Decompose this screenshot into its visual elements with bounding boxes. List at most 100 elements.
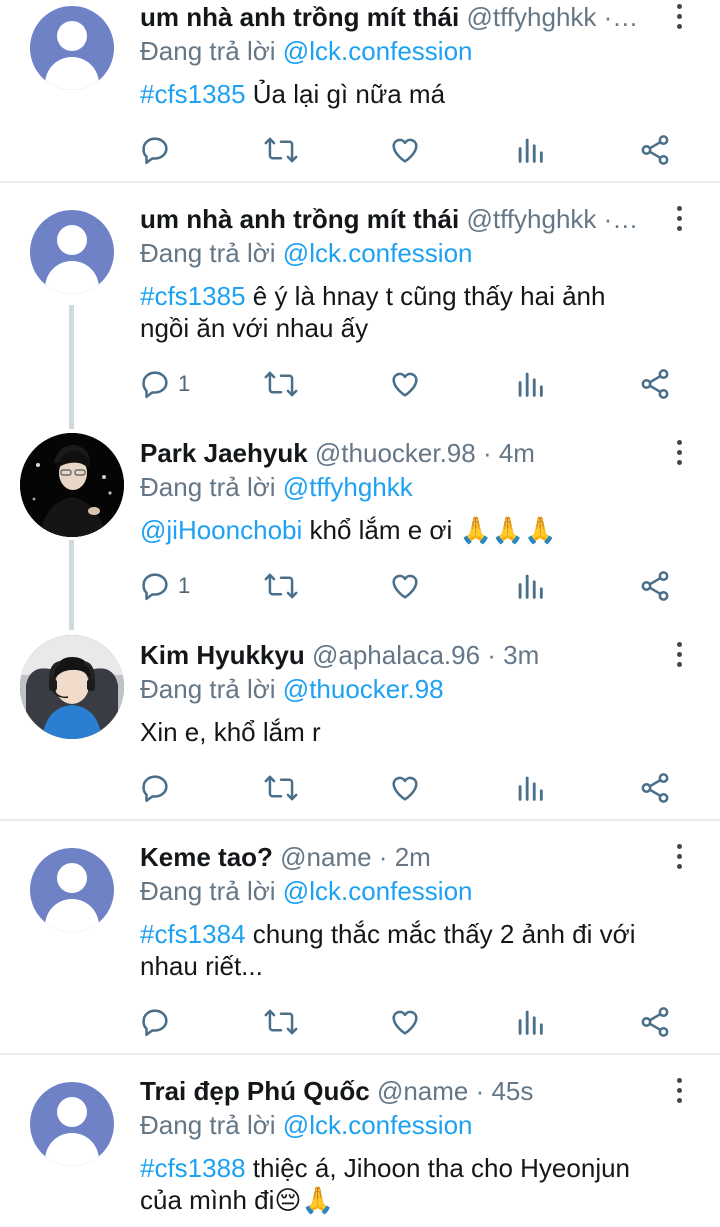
- mention[interactable]: @jiHoonchobi: [140, 515, 302, 545]
- replying-to-label: Đang trả lời: [140, 36, 276, 66]
- action-bar: [0, 768, 720, 808]
- display-name[interactable]: Kim Hyukkyu: [140, 640, 305, 670]
- default-avatar[interactable]: [30, 1082, 114, 1166]
- tweet-0[interactable]: um nhà anh trồng mít thái @tffyhghkk ·… …: [0, 0, 720, 183]
- share-button[interactable]: [638, 364, 672, 404]
- retweet-button[interactable]: [263, 364, 299, 404]
- replying-to-mention[interactable]: @tffyhghkk: [283, 472, 413, 502]
- analytics-button[interactable]: [513, 130, 547, 170]
- like-button[interactable]: [388, 364, 422, 404]
- tweet-4[interactable]: Keme tao? @name · 2m Đang trả lời @lck.c…: [0, 840, 720, 1052]
- like-button[interactable]: [388, 130, 422, 170]
- share-button[interactable]: [638, 768, 672, 808]
- analytics-icon: [513, 133, 547, 167]
- replying-to-mention[interactable]: @lck.confession: [283, 238, 473, 268]
- action-bar: [0, 1002, 720, 1042]
- hashtag[interactable]: #cfs1384: [140, 919, 246, 949]
- retweet-icon: [263, 569, 299, 603]
- hashtag[interactable]: #cfs1385: [140, 281, 246, 311]
- action-bar: 1: [0, 364, 720, 404]
- retweet-button[interactable]: [263, 768, 299, 808]
- analytics-button[interactable]: [513, 768, 547, 808]
- reply-button[interactable]: [138, 1002, 178, 1042]
- action-bar: [0, 130, 720, 170]
- display-name[interactable]: Park Jaehyuk: [140, 438, 308, 468]
- reply-count: 1: [178, 573, 191, 598]
- default-avatar[interactable]: [30, 848, 114, 932]
- replying-to-mention[interactable]: @thuocker.98: [283, 674, 444, 704]
- handle-time[interactable]: @tffyhghkk ·…: [466, 2, 638, 32]
- default-avatar[interactable]: [30, 210, 114, 294]
- reply-icon: [138, 771, 172, 805]
- replying-to: Đang trả lời @thuocker.98: [140, 672, 444, 706]
- replying-to-label: Đang trả lời: [140, 238, 276, 268]
- reply-button[interactable]: 1: [138, 566, 190, 606]
- analytics-icon: [513, 367, 547, 401]
- share-icon: [638, 1005, 672, 1039]
- tweet-text: #cfs1385 ê ý là hnay t cũng thấy hai ảnh…: [140, 280, 660, 344]
- replying-to-mention[interactable]: @lck.confession: [283, 36, 473, 66]
- share-icon: [638, 569, 672, 603]
- share-button[interactable]: [638, 130, 672, 170]
- analytics-button[interactable]: [513, 364, 547, 404]
- handle-time[interactable]: @name · 2m: [280, 842, 431, 872]
- analytics-button[interactable]: [513, 1002, 547, 1042]
- analytics-icon: [513, 771, 547, 805]
- tweet-2[interactable]: Park Jaehyuk @thuocker.98 · 4m Đang trả …: [0, 433, 720, 606]
- reply-icon: [138, 367, 172, 401]
- tweet-text: Xin e, khổ lắm r: [140, 716, 660, 748]
- display-name[interactable]: um nhà anh trồng mít thái: [140, 2, 459, 32]
- share-button[interactable]: [638, 566, 672, 606]
- analytics-icon: [513, 569, 547, 603]
- handle-time[interactable]: @name · 45s: [377, 1076, 533, 1106]
- hashtag[interactable]: #cfs1385: [140, 79, 246, 109]
- tweet-body: Xin e, khổ lắm r: [140, 717, 321, 747]
- like-icon: [388, 569, 422, 603]
- like-button[interactable]: [388, 566, 422, 606]
- default-avatar[interactable]: [30, 6, 114, 90]
- retweet-button[interactable]: [263, 1002, 299, 1042]
- tweet-3[interactable]: Kim Hyukkyu @aphalaca.96 · 3m Đang trả l…: [0, 635, 720, 818]
- more-icon[interactable]: [674, 642, 684, 670]
- photo-avatar[interactable]: [20, 635, 124, 739]
- tweet-text: #cfs1384 chung thắc mắc thấy 2 ảnh đi vớ…: [140, 918, 660, 982]
- divider: [0, 181, 720, 183]
- like-icon: [388, 1005, 422, 1039]
- analytics-button[interactable]: [513, 566, 547, 606]
- more-icon[interactable]: [674, 440, 684, 468]
- share-icon: [638, 133, 672, 167]
- replying-to-mention[interactable]: @lck.confession: [283, 876, 473, 906]
- display-name[interactable]: Keme tao?: [140, 842, 273, 872]
- tweet-text: #cfs1385 Ủa lại gì nữa má: [140, 78, 660, 110]
- like-button[interactable]: [388, 768, 422, 808]
- tweet-5[interactable]: Trai đẹp Phú Quốc @name · 45s Đang trả l…: [0, 1074, 720, 1227]
- retweet-icon: [263, 133, 299, 167]
- more-icon[interactable]: [674, 206, 684, 234]
- display-name[interactable]: Trai đẹp Phú Quốc: [140, 1076, 370, 1106]
- display-name[interactable]: um nhà anh trồng mít thái: [140, 204, 459, 234]
- photo-avatar[interactable]: [20, 433, 124, 537]
- more-icon[interactable]: [674, 4, 684, 32]
- tweet-1[interactable]: um nhà anh trồng mít thái @tffyhghkk ·… …: [0, 202, 720, 412]
- divider: [0, 819, 720, 821]
- analytics-icon: [513, 1005, 547, 1039]
- tweet-header: Trai đẹp Phú Quốc @name · 45s: [140, 1074, 650, 1108]
- reply-button[interactable]: [138, 130, 178, 170]
- tweet-text: #cfs1388 thiệc á, Jihoon tha cho Hyeonju…: [140, 1152, 660, 1216]
- retweet-button[interactable]: [263, 130, 299, 170]
- handle-time[interactable]: @aphalaca.96 · 3m: [312, 640, 539, 670]
- retweet-icon: [263, 1005, 299, 1039]
- replying-to-mention[interactable]: @lck.confession: [283, 1110, 473, 1140]
- hashtag[interactable]: #cfs1388: [140, 1153, 246, 1183]
- replying-to: Đang trả lời @lck.confession: [140, 1108, 473, 1142]
- retweet-button[interactable]: [263, 566, 299, 606]
- more-icon[interactable]: [674, 844, 684, 872]
- reply-button[interactable]: [138, 768, 178, 808]
- replying-to: Đang trả lời @lck.confession: [140, 874, 473, 908]
- like-button[interactable]: [388, 1002, 422, 1042]
- handle-time[interactable]: @thuocker.98 · 4m: [315, 438, 535, 468]
- more-icon[interactable]: [674, 1078, 684, 1106]
- reply-button[interactable]: 1: [138, 364, 190, 404]
- handle-time[interactable]: @tffyhghkk ·…: [466, 204, 638, 234]
- share-button[interactable]: [638, 1002, 672, 1042]
